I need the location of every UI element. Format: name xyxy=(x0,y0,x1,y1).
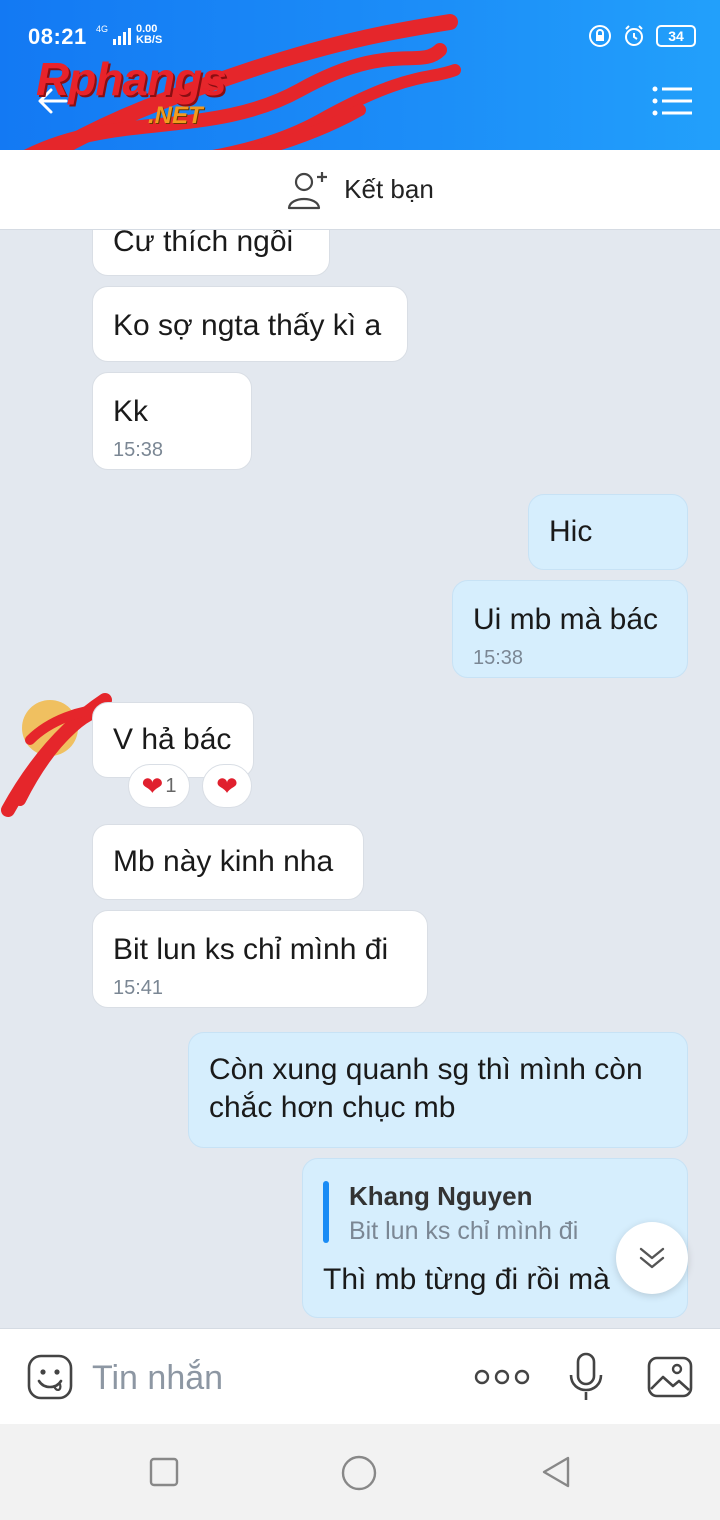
message-text: Ko sợ ngta thấy kì a xyxy=(113,309,382,342)
system-navigation-bar xyxy=(0,1424,720,1520)
message-bubble[interactable]: Ui mb mà bác 15:38 xyxy=(452,580,688,678)
message-bubble[interactable]: Bit lun ks chỉ mình đi 15:41 xyxy=(92,910,428,1008)
message-bubble[interactable]: Còn xung quanh sg thì mình còn chắc hơn … xyxy=(188,1032,688,1148)
alarm-icon xyxy=(625,25,643,46)
microphone-icon[interactable] xyxy=(566,1351,606,1403)
heart-icon: ❤ xyxy=(141,770,164,801)
signal-icon xyxy=(113,28,131,45)
network-type: 4G xyxy=(96,24,109,34)
message-time: 15:38 xyxy=(473,647,524,669)
watermark-logo: Rphangs xyxy=(36,53,227,105)
message-bubble[interactable]: Hic xyxy=(528,494,688,570)
add-friend-bar[interactable]: Kết bạn xyxy=(0,150,720,230)
message-text: Hic xyxy=(549,515,593,548)
more-options-icon[interactable] xyxy=(474,1365,530,1389)
status-right: 34 xyxy=(588,24,696,48)
image-gallery-icon[interactable] xyxy=(646,1353,694,1401)
message-text: V hả bác xyxy=(113,723,232,756)
message-bubble[interactable]: Ko sợ ngta thấy kì a xyxy=(92,286,408,362)
status-bar: 08:21 4G 0.00 KB/S 34 xyxy=(0,0,720,56)
reaction-count: 1 xyxy=(165,774,177,797)
message-text: Ui mb mà bác xyxy=(473,603,659,636)
add-friend-icon xyxy=(288,171,328,209)
reply-author: Khang Nguyen xyxy=(349,1181,533,1211)
message-text: Còn xung quanh sg thì mình còn xyxy=(209,1053,643,1086)
home-icon[interactable] xyxy=(340,1454,378,1492)
reply-quoted-text: Bit lun ks chỉ mình đi xyxy=(349,1217,579,1245)
message-bubble[interactable]: Cư thích ngồi xyxy=(92,230,330,276)
battery-indicator: 34 xyxy=(656,25,696,47)
heart-icon: ❤ xyxy=(216,770,238,801)
avatar[interactable] xyxy=(22,700,78,756)
react-heart-button[interactable]: ❤ xyxy=(202,764,252,808)
chat-area[interactable]: Cư thích ngồi Ko sợ ngta thấy kì a Kk 15… xyxy=(0,230,720,1328)
menu-icon[interactable] xyxy=(652,84,692,118)
message-text: chắc hơn chục mb xyxy=(209,1091,456,1124)
message-time: 15:41 xyxy=(113,977,164,999)
add-friend-label: Kết bạn xyxy=(344,174,434,204)
message-text: Cư thích ngồi xyxy=(113,230,294,258)
reaction-count-badge[interactable]: ❤ 1 xyxy=(128,764,190,808)
network-speed: 0.00 KB/S xyxy=(136,24,162,46)
message-bubble[interactable]: Kk 15:38 xyxy=(92,372,252,470)
message-bubble[interactable]: Mb này kinh nha xyxy=(92,824,364,900)
reply-quote-bar xyxy=(323,1181,329,1243)
double-chevron-down-icon xyxy=(639,1247,665,1269)
rotation-lock-icon xyxy=(589,25,611,47)
watermark-suffix: .NET xyxy=(148,102,203,129)
message-time: 15:38 xyxy=(113,439,164,461)
back-nav-icon[interactable] xyxy=(538,1454,574,1490)
recent-apps-icon[interactable] xyxy=(148,1456,180,1488)
message-text: Mb này kinh nha xyxy=(113,845,334,878)
speed-unit: KB/S xyxy=(136,34,163,46)
message-input[interactable]: Tin nhắn xyxy=(92,1359,223,1398)
message-text: Kk xyxy=(113,395,149,428)
scroll-to-bottom-button[interactable] xyxy=(616,1222,688,1294)
emoji-icon[interactable] xyxy=(26,1353,74,1401)
message-text: Bit lun ks chỉ mình đi xyxy=(113,933,389,966)
message-input-bar: Tin nhắn xyxy=(0,1328,720,1424)
status-time: 08:21 xyxy=(28,24,87,49)
message-text: Thì mb từng đi rồi mà xyxy=(323,1263,610,1296)
